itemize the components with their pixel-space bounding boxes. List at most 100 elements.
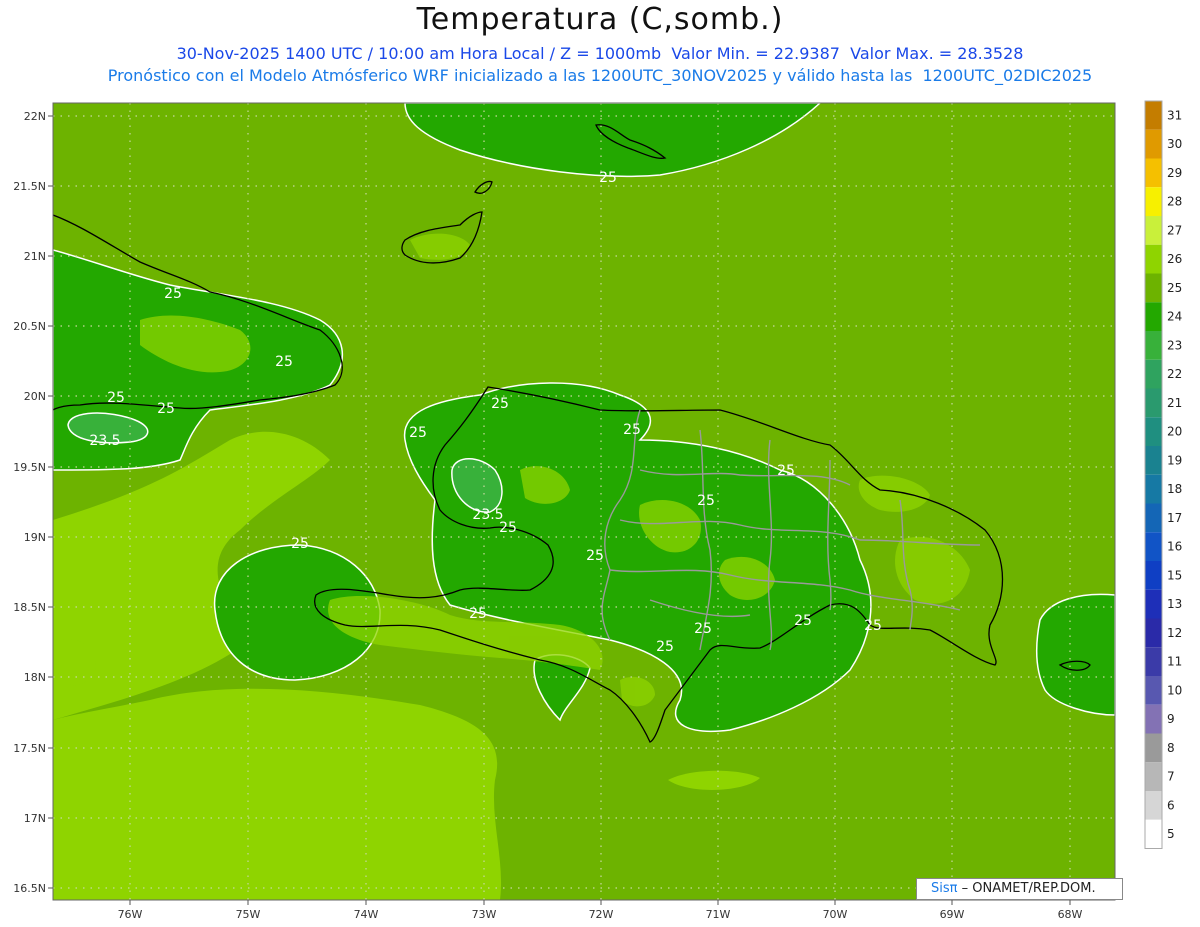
contour-label: 23.5 xyxy=(472,507,503,523)
colorbar-label: 29 xyxy=(1167,166,1182,180)
contour-label: 25 xyxy=(409,425,427,441)
sispi-logo: Sisπ xyxy=(931,881,958,896)
lon-tick-label: 69W xyxy=(940,908,965,921)
lon-tick-label: 76W xyxy=(118,908,143,921)
colorbar-label: 16 xyxy=(1167,540,1182,554)
lon-tick-label: 75W xyxy=(236,908,261,921)
colorbar-swatch xyxy=(1145,733,1162,763)
colorbar-swatch xyxy=(1145,216,1162,245)
colorbar-swatch xyxy=(1145,273,1162,303)
lat-tick-label: 19.5N xyxy=(13,461,46,474)
colorbar-swatch xyxy=(1145,129,1162,159)
colorbar-label: 20 xyxy=(1167,425,1182,439)
colorbar-label: 30 xyxy=(1167,137,1182,151)
colorbar-label: 25 xyxy=(1167,281,1182,295)
colorbar-label: 27 xyxy=(1167,223,1182,237)
lat-tick-label: 20N xyxy=(24,390,46,403)
contour-label: 25 xyxy=(697,493,715,509)
colorbar-swatch xyxy=(1145,158,1162,188)
lon-tick-label: 74W xyxy=(354,908,379,921)
colorbar-label: 7 xyxy=(1167,770,1175,784)
colorbar-swatch xyxy=(1145,187,1162,216)
colorbar-label: 8 xyxy=(1167,741,1175,755)
colorbar-label: 19 xyxy=(1167,453,1182,467)
colorbar-swatch xyxy=(1145,388,1162,418)
contour-label: 25 xyxy=(157,401,175,417)
colorbar-swatch xyxy=(1145,791,1162,820)
colorbar-swatch xyxy=(1145,417,1162,446)
colorbar-swatch xyxy=(1145,244,1162,274)
credit-organization: – ONAMET/REP.DOM. xyxy=(961,881,1096,896)
colorbar-swatch xyxy=(1145,474,1162,504)
lon-tick-label: 71W xyxy=(706,908,731,921)
contour-label: 25 xyxy=(291,536,309,552)
credit-box: Sisπ – ONAMET/REP.DOM. xyxy=(916,878,1123,900)
contour-label: 25 xyxy=(777,463,795,479)
lon-tick-label: 68W xyxy=(1058,908,1083,921)
colorbar-label: 21 xyxy=(1167,396,1182,410)
colorbar-swatch xyxy=(1145,819,1162,849)
colorbar-label: 24 xyxy=(1167,310,1182,324)
lat-tick-label: 16.5N xyxy=(13,882,46,895)
latitude-axis: 22N 21.5N 21N 20.5N 20N 19.5N 19N 18.5N 18N 17.5N… xyxy=(13,110,53,895)
lat-tick-label: 18N xyxy=(24,671,46,684)
lat-tick-label: 19N xyxy=(24,531,46,544)
colorbar-label: 28 xyxy=(1167,195,1182,209)
colorbar-swatch xyxy=(1145,589,1162,619)
colorbar-swatch xyxy=(1145,704,1162,734)
contour-label: 25 xyxy=(586,548,604,564)
colorbar-label: 9 xyxy=(1167,712,1175,726)
colorbar-swatch xyxy=(1145,532,1162,561)
colorbar-swatch xyxy=(1145,331,1162,360)
contour-label: 25 xyxy=(694,621,712,637)
lon-tick-label: 70W xyxy=(823,908,848,921)
field-26-27-south xyxy=(53,688,502,900)
colorbar-label: 23 xyxy=(1167,338,1182,352)
colorbar-swatch xyxy=(1145,618,1162,648)
colorbar-swatch xyxy=(1145,446,1162,475)
contour-label: 25 xyxy=(107,390,125,406)
colorbar-label: 31 xyxy=(1167,108,1182,122)
colorbar-swatch xyxy=(1145,676,1162,705)
temperature-map: 22N 21.5N 21N 20.5N 20N 19.5N 19N 18.5N 18N 17.5N… xyxy=(13,100,1182,921)
colorbar-label: 18 xyxy=(1167,482,1182,496)
contour-label: 25 xyxy=(599,170,617,186)
colorbar-label: 6 xyxy=(1167,798,1175,812)
colorbar-swatch xyxy=(1145,359,1162,389)
colorbar-label: 15 xyxy=(1167,568,1182,582)
contour-label: 25 xyxy=(491,396,509,412)
lon-tick-label: 73W xyxy=(472,908,497,921)
colorbar-label: 26 xyxy=(1167,252,1182,266)
contour-label: 25 xyxy=(623,422,641,438)
contour-label: 23.5 xyxy=(89,433,120,449)
lat-tick-label: 17.5N xyxy=(13,742,46,755)
colorbar-swatch xyxy=(1145,762,1162,791)
colorbar-label: 12 xyxy=(1167,626,1182,640)
colorbar-label: 22 xyxy=(1167,367,1182,381)
colorbar-swatch xyxy=(1145,561,1162,590)
lat-tick-label: 17N xyxy=(24,812,46,825)
colorbar-label: 5 xyxy=(1167,827,1175,841)
contour-label: 25 xyxy=(656,639,674,655)
map-field xyxy=(53,103,1115,900)
contour-label: 25 xyxy=(864,618,882,634)
colorbar-label: 13 xyxy=(1167,597,1182,611)
colorbar-swatch xyxy=(1145,647,1162,676)
lat-tick-label: 22N xyxy=(24,110,46,123)
colorbar: 31 30 29 28 27 26 25 24 23 22 21 20 19 18 17 16 15 13 12 11… xyxy=(1144,100,1182,849)
colorbar-label: 17 xyxy=(1167,511,1182,525)
contour-label: 25 xyxy=(469,606,487,622)
colorbar-label: 11 xyxy=(1167,655,1182,669)
colorbar-swatch xyxy=(1145,302,1162,331)
lon-tick-label: 72W xyxy=(589,908,614,921)
lat-tick-label: 20.5N xyxy=(13,320,46,333)
colorbar-swatch xyxy=(1145,101,1162,130)
colorbar-swatch xyxy=(1145,503,1162,533)
contour-label: 25 xyxy=(164,286,182,302)
contour-label: 25 xyxy=(275,354,293,370)
lat-tick-label: 21N xyxy=(24,250,46,263)
longitude-axis: 76W 75W 74W 73W 72W 71W 70W 69W 68W xyxy=(118,900,1083,921)
lat-tick-label: 18.5N xyxy=(13,601,46,614)
colorbar-label: 10 xyxy=(1167,683,1182,697)
contour-label: 25 xyxy=(794,613,812,629)
